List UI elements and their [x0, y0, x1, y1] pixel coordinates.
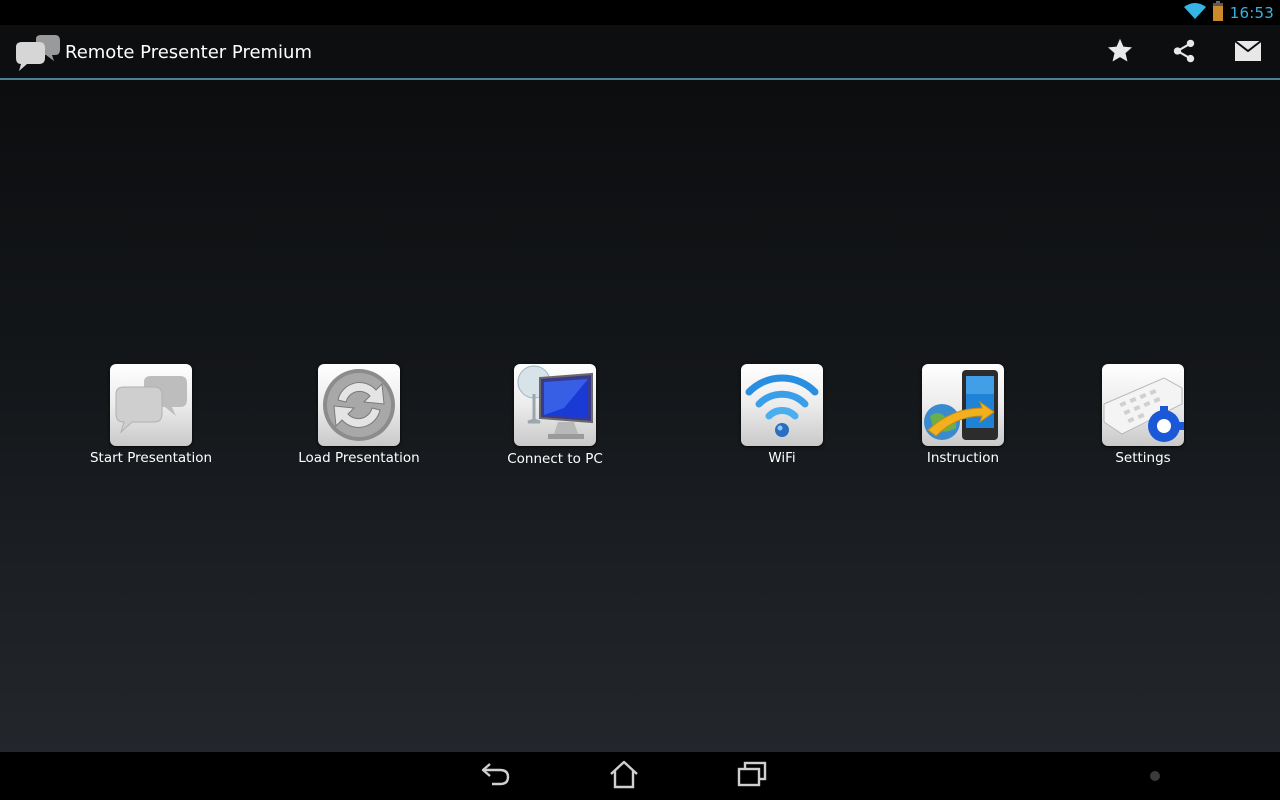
load-presentation-button[interactable]: Load Presentation [268, 364, 448, 474]
tile-label: Instruction [926, 450, 1000, 466]
action-bar: Remote Presenter Premium [0, 25, 1280, 80]
tile-label: WiFi [768, 450, 796, 466]
status-bar: 16:53 [0, 0, 1280, 25]
settings-button[interactable]: Settings [1052, 364, 1232, 474]
home-icon [608, 759, 640, 793]
status-dot [1150, 771, 1160, 781]
chat-bubbles-icon [110, 364, 192, 446]
tile-label: Load Presentation [298, 450, 420, 466]
chat-bubbles-icon [14, 35, 60, 71]
app-title: Remote Presenter Premium [65, 42, 312, 63]
recents-button[interactable] [722, 758, 782, 794]
connect-to-pc-button[interactable]: Connect to PC [464, 364, 644, 474]
home-button[interactable] [594, 758, 654, 794]
tile-label: Start Presentation [89, 450, 213, 466]
status-time: 16:53 [1229, 3, 1274, 22]
back-icon [480, 760, 512, 792]
tile-label: Settings [1115, 450, 1171, 466]
main-content: Start Presentation Load Presentation Con… [0, 80, 1280, 752]
battery-icon [1212, 0, 1224, 25]
tile-label: Connect to PC [507, 451, 603, 467]
back-button[interactable] [466, 758, 526, 794]
email-button[interactable] [1228, 33, 1268, 73]
refresh-icon [318, 364, 400, 446]
keyboard-gear-icon [1102, 364, 1184, 446]
recents-icon [736, 761, 768, 791]
share-icon [1171, 38, 1197, 68]
envelope-icon [1234, 40, 1262, 66]
monitor-icon [514, 364, 596, 446]
screen: 16:53 Remote Presenter Premium Start Pre… [0, 0, 1280, 800]
favorite-button[interactable] [1100, 33, 1140, 73]
wifi-icon [741, 364, 823, 446]
status-icons: 16:53 [1183, 0, 1274, 25]
navigation-bar [0, 752, 1280, 800]
phone-globe-icon [922, 364, 1004, 446]
share-button[interactable] [1164, 33, 1204, 73]
instruction-button[interactable]: Instruction [872, 364, 1052, 474]
start-presentation-button[interactable]: Start Presentation [60, 364, 240, 474]
wifi-icon [1183, 2, 1206, 24]
star-icon [1106, 37, 1134, 69]
wifi-button[interactable]: WiFi [691, 364, 871, 474]
